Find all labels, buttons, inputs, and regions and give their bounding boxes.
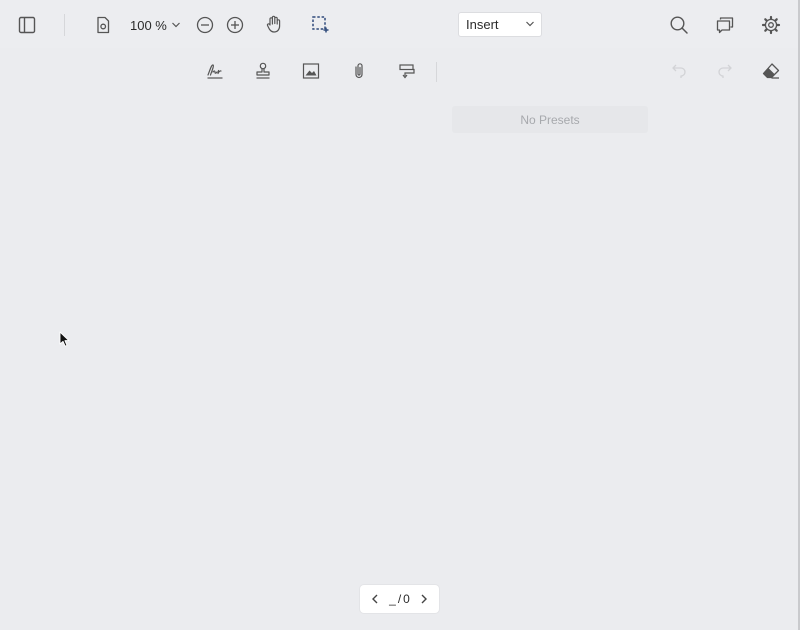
image-tool-button[interactable] — [298, 58, 324, 84]
comments-button[interactable] — [712, 12, 738, 38]
attachment-tool-button[interactable] — [346, 58, 372, 84]
sidebar-toggle-icon — [18, 16, 36, 34]
page-indicator: _ / 0 — [389, 592, 410, 606]
page-separator: / — [397, 592, 402, 606]
eraser-icon — [762, 63, 780, 79]
zoom-in-icon — [226, 16, 244, 34]
marquee-zoom-icon — [312, 16, 329, 33]
chevron-down-icon — [526, 21, 534, 27]
undo-button[interactable] — [666, 58, 692, 84]
mode-select[interactable]: Insert — [458, 12, 542, 37]
hand-pan-icon — [266, 15, 281, 33]
current-page-input[interactable]: _ — [389, 592, 396, 606]
main-toolbar: 100 % Insert — [0, 0, 798, 48]
page-navigation: _ / 0 — [360, 585, 439, 613]
search-icon — [670, 16, 688, 34]
eraser-button[interactable] — [758, 58, 784, 84]
undo-icon — [672, 64, 686, 78]
previous-page-button[interactable] — [368, 590, 382, 608]
image-icon — [302, 63, 320, 79]
next-page-button[interactable] — [417, 590, 431, 608]
chevron-left-icon — [372, 594, 378, 604]
zoom-out-icon — [196, 16, 214, 34]
document-viewer-area[interactable] — [0, 94, 798, 574]
zoom-out-button[interactable] — [192, 12, 218, 38]
comments-icon — [716, 17, 734, 34]
callout-tool-button[interactable] — [394, 58, 420, 84]
sidebar-toggle-button[interactable] — [14, 12, 40, 38]
zoom-level-value: 100 % — [130, 17, 167, 33]
toolbar-divider — [64, 14, 65, 36]
toolbar-divider — [436, 62, 437, 82]
stamp-tool-button[interactable] — [250, 58, 276, 84]
gear-icon — [761, 15, 781, 35]
search-button[interactable] — [666, 12, 692, 38]
mouse-pointer-icon — [59, 331, 70, 347]
document-settings-icon — [97, 16, 110, 34]
insert-toolbar: No Presets — [0, 48, 798, 133]
redo-button[interactable] — [712, 58, 738, 84]
zoom-level-dropdown[interactable]: 100 % — [130, 14, 181, 36]
signature-icon — [207, 64, 223, 79]
attachment-icon — [355, 63, 363, 79]
callout-icon — [399, 64, 415, 79]
redo-icon — [718, 64, 732, 78]
zoom-in-button[interactable] — [222, 12, 248, 38]
pan-tool-button[interactable] — [261, 11, 287, 37]
chevron-right-icon — [421, 594, 427, 604]
marquee-zoom-button[interactable] — [307, 11, 333, 37]
chevron-down-icon — [171, 22, 180, 28]
document-settings-button[interactable] — [90, 12, 116, 38]
signature-tool-button[interactable] — [202, 58, 228, 84]
stamp-icon — [256, 62, 270, 79]
settings-button[interactable] — [758, 12, 784, 38]
total-pages: 0 — [403, 592, 410, 606]
mode-select-value: Insert — [466, 17, 499, 32]
